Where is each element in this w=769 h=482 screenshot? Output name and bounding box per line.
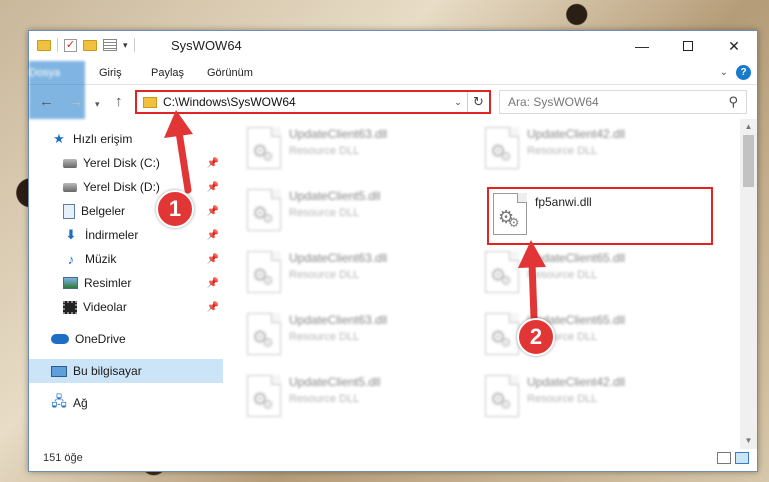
step-2-badge: 2 bbox=[517, 318, 555, 356]
step-1-badge: 1 bbox=[156, 190, 194, 228]
step-1-arrow bbox=[164, 110, 193, 194]
annotation-arrows bbox=[164, 110, 546, 322]
step-2-arrow bbox=[518, 240, 546, 322]
